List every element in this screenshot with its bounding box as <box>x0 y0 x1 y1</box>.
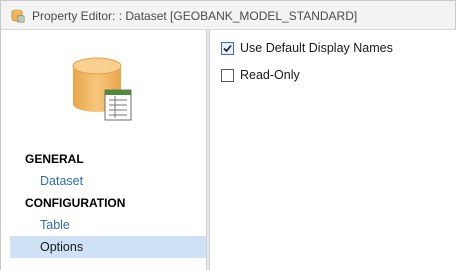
section-heading-general: GENERAL <box>25 152 84 166</box>
use-default-display-names-checkbox[interactable] <box>221 41 234 55</box>
use-default-display-names-option[interactable]: Use Default Display Names <box>221 40 393 56</box>
sidebar-item-options[interactable]: Options <box>10 236 206 258</box>
database-app-icon <box>11 9 25 23</box>
section-heading-configuration: CONFIGURATION <box>25 196 126 210</box>
checkmark-icon <box>223 44 232 52</box>
read-only-label: Read-Only <box>240 68 300 82</box>
database-table-icon <box>72 57 132 121</box>
read-only-option[interactable]: Read-Only <box>221 67 300 83</box>
sidebar-nav: GENERAL Dataset CONFIGURATION Table Opti… <box>10 148 206 258</box>
sidebar-item-dataset[interactable]: Dataset <box>10 170 206 192</box>
title-bar: Property Editor: : Dataset [GEOBANK_MODE… <box>0 0 456 30</box>
window-title: Property Editor: : Dataset [GEOBANK_MODE… <box>32 9 358 23</box>
use-default-display-names-label: Use Default Display Names <box>240 41 393 55</box>
sidebar-item-table[interactable]: Table <box>10 214 206 236</box>
options-panel: Use Default Display Names Read-Only <box>210 30 456 270</box>
read-only-checkbox[interactable] <box>221 68 234 82</box>
